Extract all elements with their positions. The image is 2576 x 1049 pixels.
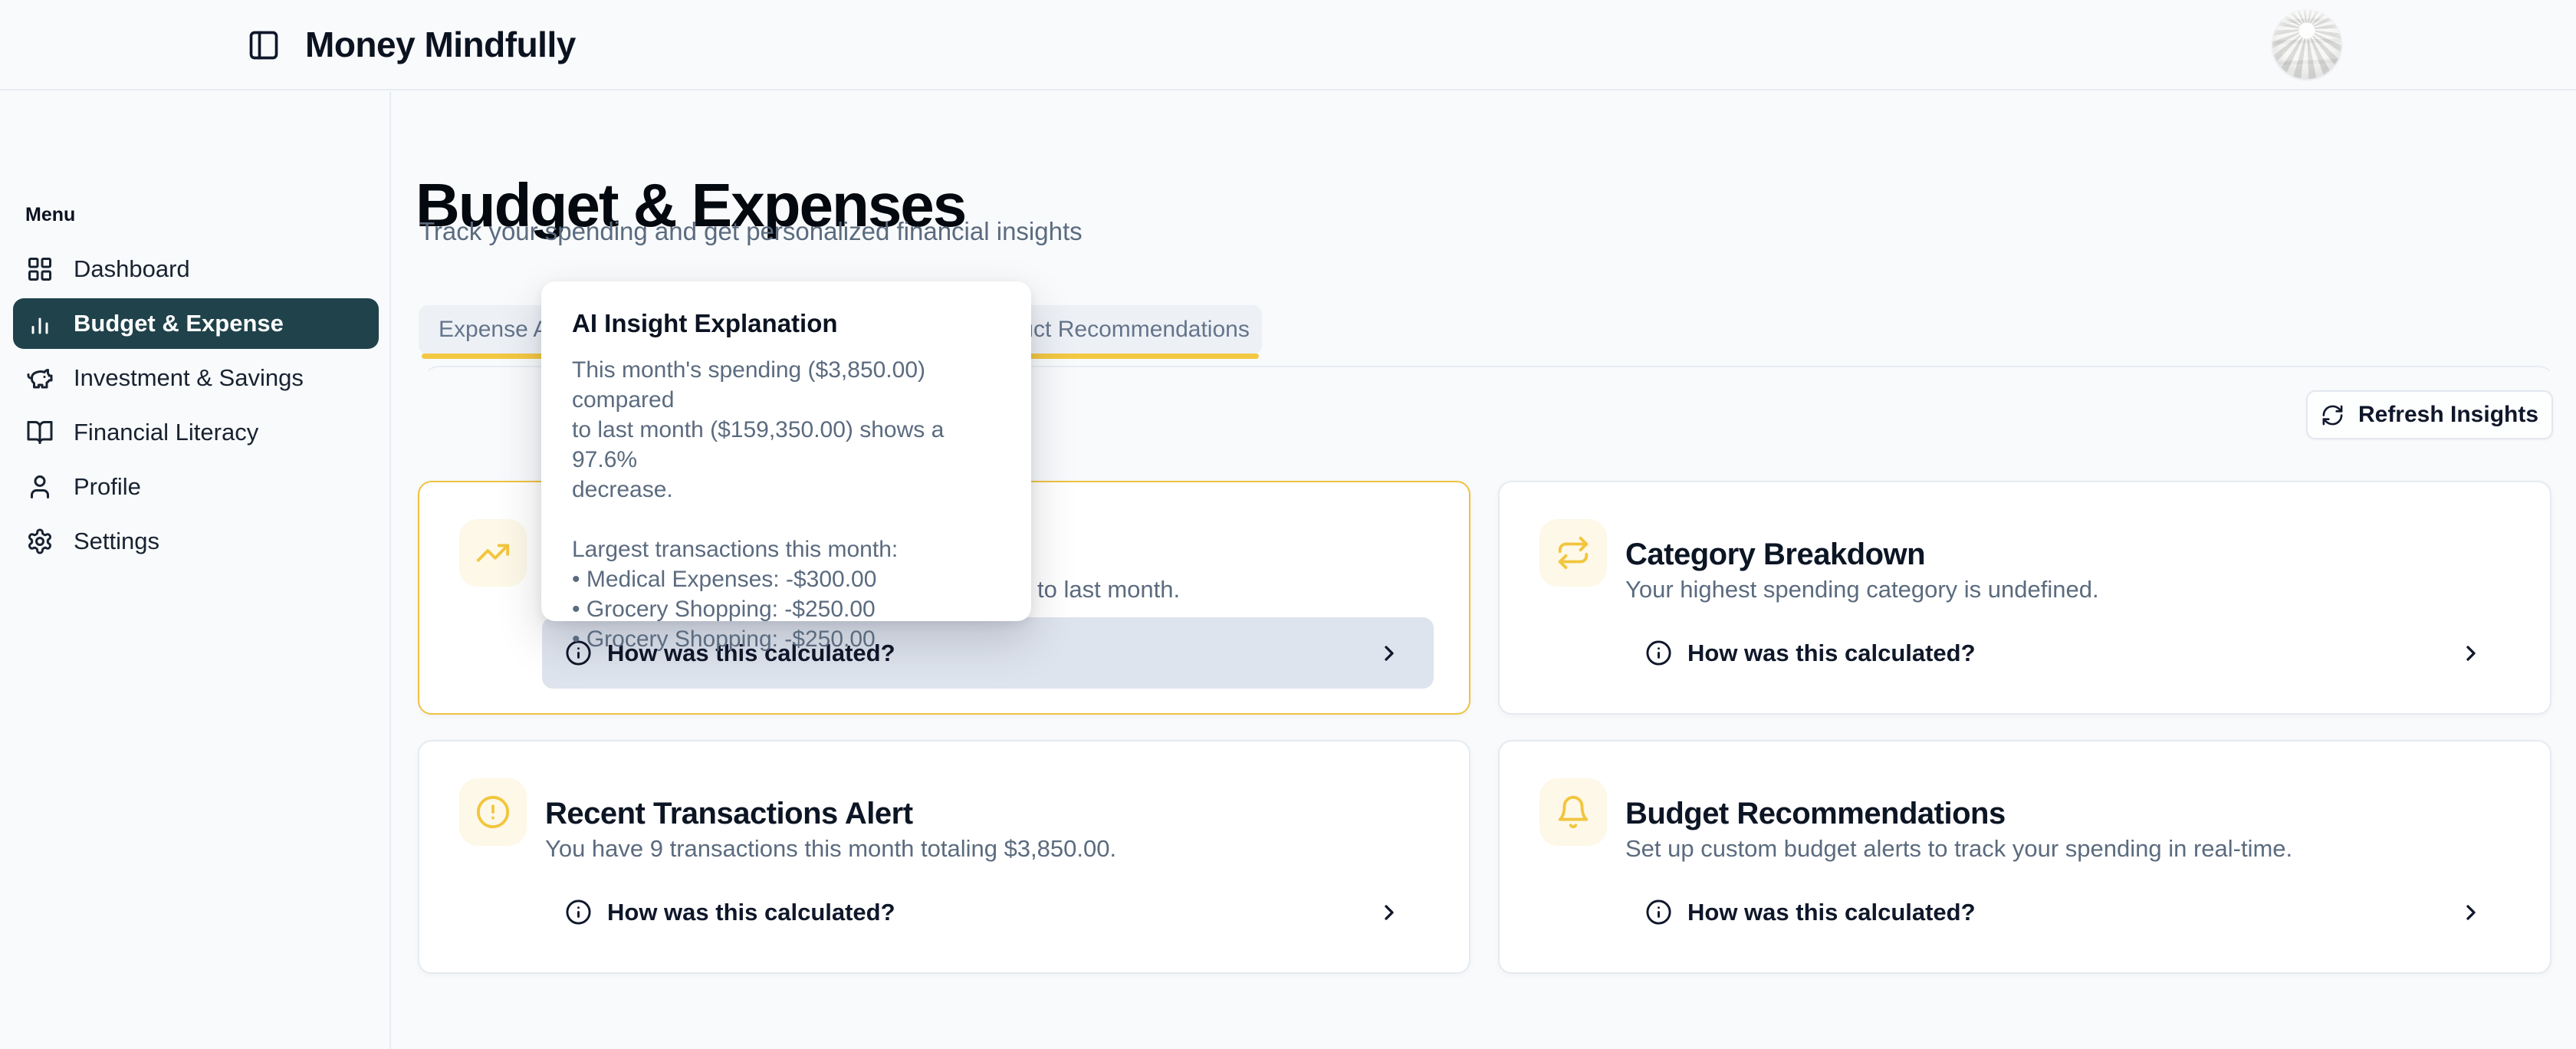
sidebar-item-settings[interactable]: Settings [13, 516, 379, 567]
trending-up-icon [459, 519, 527, 587]
sidebar-item-financial-literacy[interactable]: Financial Literacy [13, 407, 379, 458]
dashboard-grid-icon [26, 255, 54, 283]
sidebar-item-label: Financial Literacy [74, 419, 258, 446]
how-calculated-button[interactable]: How was this calculated? [542, 876, 1434, 948]
how-calculated-label: How was this calculated? [1687, 640, 1976, 667]
repeat-icon [1539, 519, 1607, 587]
how-calculated-button[interactable]: How was this calculated? [1622, 617, 2515, 689]
refresh-icon [2321, 403, 2344, 427]
ai-insight-popover: AI Insight Explanation This month's spen… [541, 281, 1031, 621]
panel-left-icon [247, 28, 281, 62]
how-calculated-label: How was this calculated? [607, 899, 895, 926]
bar-chart-icon [26, 310, 54, 337]
refresh-insights-label: Refresh Insights [2358, 402, 2538, 428]
card-description: to last month. [1037, 576, 1180, 603]
card-title: Budget Recommendations [1625, 797, 2006, 831]
refresh-insights-button[interactable]: Refresh Insights [2306, 390, 2553, 439]
sidebar-item-investment-savings[interactable]: Investment & Savings [13, 353, 379, 403]
how-calculated-label: How was this calculated? [1687, 899, 1976, 926]
page: Money Mindfully Menu Dashboard Budget & … [0, 0, 2576, 1049]
card-description: You have 9 transactions this month total… [545, 835, 1116, 863]
popover-body: This month's spending ($3,850.00) compar… [572, 355, 1001, 654]
user-icon [26, 473, 54, 501]
sidebar-toggle-button[interactable] [247, 28, 281, 62]
alert-circle-icon [459, 778, 527, 846]
popover-title: AI Insight Explanation [572, 309, 1001, 338]
card-title: Recent Transactions Alert [545, 797, 913, 831]
info-icon [1645, 640, 1672, 666]
bell-icon [1539, 778, 1607, 846]
insight-card-recent-transactions: Recent Transactions Alert You have 9 tra… [418, 740, 1470, 974]
sidebar-item-label: Investment & Savings [74, 364, 304, 392]
app-title: Money Mindfully [305, 24, 576, 65]
insight-card-category-breakdown: Category Breakdown Your highest spending… [1498, 481, 2551, 715]
chevron-right-icon [1377, 641, 1401, 666]
insight-card-budget-recommendations: Budget Recommendations Set up custom bud… [1498, 740, 2551, 974]
sidebar-item-dashboard[interactable]: Dashboard [13, 244, 379, 294]
how-calculated-button[interactable]: How was this calculated? [1622, 876, 2515, 948]
sidebar-item-budget-expense[interactable]: Budget & Expense [13, 298, 379, 349]
app-header: Money Mindfully [0, 0, 2576, 90]
avatar[interactable] [2272, 10, 2341, 79]
chevron-right-icon [2459, 900, 2483, 925]
sidebar-item-label: Dashboard [74, 255, 190, 283]
card-description: Set up custom budget alerts to track you… [1625, 835, 2292, 863]
gear-icon [26, 528, 54, 555]
card-description: Your highest spending category is undefi… [1625, 576, 2099, 603]
info-icon [1645, 899, 1672, 926]
chevron-right-icon [1377, 900, 1401, 925]
sidebar-menu-label: Menu [25, 204, 75, 226]
chevron-right-icon [2459, 641, 2483, 666]
piggy-bank-icon [26, 364, 54, 392]
sidebar: Menu Dashboard Budget & Expense Investme… [0, 92, 391, 1049]
sidebar-item-label: Profile [74, 473, 141, 501]
sidebar-item-label: Settings [74, 528, 159, 555]
sidebar-item-label: Budget & Expense [74, 310, 284, 337]
info-icon [565, 899, 592, 926]
page-subtitle: Track your spending and get personalized… [419, 217, 1083, 246]
card-title: Category Breakdown [1625, 538, 1925, 572]
open-book-icon [26, 419, 54, 446]
sidebar-item-profile[interactable]: Profile [13, 462, 379, 512]
